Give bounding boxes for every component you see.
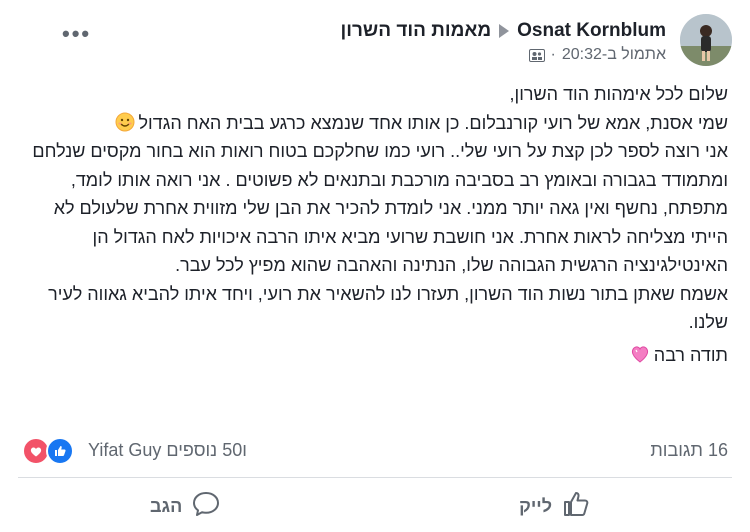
sparkling-heart-emoji-icon (630, 344, 650, 364)
post-paragraph: אשמח שאתן בתור נשות הוד השרון, תעזרו לנו… (48, 283, 728, 333)
comment-label: הגב (150, 496, 183, 516)
author-name[interactable]: Osnat Kornblum (517, 20, 666, 42)
comments-count[interactable]: 16 תגובות (650, 440, 728, 461)
post-paragraph: אני רוצה לספר לכן קצת על רועי שלי.. רועי… (32, 141, 728, 275)
thumbs-up-icon (562, 490, 590, 523)
post-body: שלום לכל אימהות הוד השרון, שמי אסנת, אמא… (22, 80, 728, 369)
post-meta: אתמול ב-20:32 · (528, 46, 666, 64)
post-timestamp[interactable]: אתמול ב-20:32 (562, 46, 666, 64)
speech-bubble-icon (192, 490, 220, 523)
reactors-text[interactable]: Yifat Guy ו50 נוספים (88, 440, 247, 461)
divider (18, 477, 732, 478)
smiling-face-emoji-icon (115, 112, 135, 132)
like-button[interactable]: לייק (519, 490, 590, 523)
like-reaction-icon (46, 437, 74, 465)
post-paragraph: שמי אסנת, אמא של רועי קורנבלום. כן אותו … (22, 109, 728, 138)
arrow-right-icon (499, 24, 510, 38)
facebook-post: Osnat Kornblum מאמות הוד השרון אתמול ב-2… (0, 0, 750, 532)
more-options-icon[interactable]: ••• (62, 23, 91, 45)
post-header: Osnat Kornblum מאמות הוד השרון (340, 20, 666, 42)
group-name[interactable]: מאמות הוד השרון (340, 20, 491, 42)
author-avatar[interactable] (680, 14, 732, 66)
group-privacy-icon (528, 48, 545, 62)
comment-button[interactable]: הגב (150, 490, 220, 523)
like-label: לייק (519, 496, 552, 516)
post-paragraph: שלום לכל אימהות הוד השרון, (509, 84, 728, 104)
meta-separator: · (550, 46, 556, 63)
reactions-summary[interactable]: Yifat Guy ו50 נוספים (22, 437, 247, 465)
reaction-icons (22, 437, 80, 465)
post-paragraph: תודה רבה (22, 341, 728, 370)
